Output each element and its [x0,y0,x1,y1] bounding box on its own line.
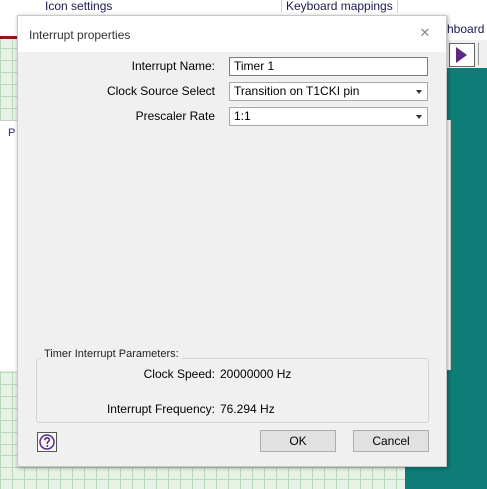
ok-button[interactable]: OK [260,430,336,452]
interrupt-name-label: Interrupt Name: [131,59,215,73]
clock-speed-label: Clock Speed: [143,367,215,381]
background-red-marker [0,36,18,39]
clock-source-label: Clock Source Select [106,84,215,98]
background-left-panel-label: P [8,127,16,139]
background-tab-strip: Icon settings Keyboard mappings [0,0,487,15]
tab-icon-settings[interactable]: Icon settings [41,0,116,13]
close-icon[interactable]: ✕ [418,26,432,40]
toolbar-separator [478,43,479,65]
prescaler-rate-value: 1:1 [234,109,251,123]
dialog-title: Interrupt properties [29,28,131,42]
cancel-button[interactable]: Cancel [353,430,429,452]
chevron-down-icon [416,115,422,119]
prescaler-rate-select[interactable]: 1:1 [229,107,428,126]
clock-source-value: Transition on T1CKI pin [234,84,360,98]
chevron-down-icon [416,90,422,94]
prescaler-rate-label: Prescaler Rate [135,109,215,123]
interrupt-frequency-value: 76.294 Hz [220,402,275,416]
play-icon[interactable] [449,43,475,67]
interrupt-properties-dialog: Interrupt properties ✕ Interrupt Name: T… [17,15,447,467]
clock-source-select[interactable]: Transition on T1CKI pin [229,82,428,101]
tab-keyboard-mappings[interactable]: Keyboard mappings [281,0,398,13]
clock-speed-value: 20000000 Hz [220,367,292,381]
timer-parameters-legend: Timer Interrupt Parameters: [41,348,182,360]
interrupt-frequency-label: Interrupt Frequency: [106,402,215,416]
interrupt-name-value: Timer 1 [234,59,275,73]
background-right-title: hboard [447,22,485,36]
dialog-titlebar[interactable]: Interrupt properties ✕ [18,16,446,52]
interrupt-name-input[interactable]: Timer 1 [229,57,428,76]
help-icon[interactable] [37,432,57,452]
background-left-panel [0,120,18,371]
